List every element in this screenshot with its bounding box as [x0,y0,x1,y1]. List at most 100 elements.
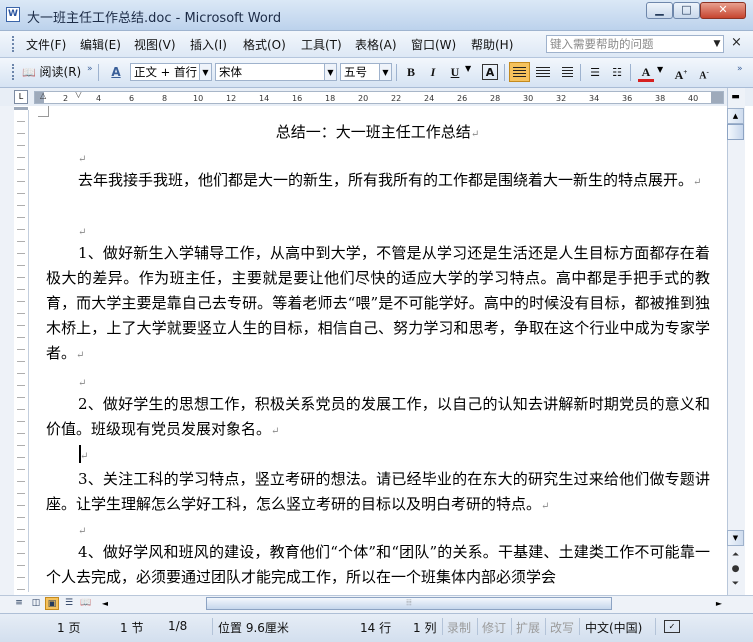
toolbar-grip[interactable] [12,64,17,80]
left-margin-strip [0,106,14,596]
toolbar-overflow-icon[interactable]: » [737,64,743,74]
vertical-ruler[interactable] [14,110,29,592]
paragraph-item-2[interactable]: 2、做好学生的思想工作，积极关系党员的发展工作，以自己的认知去讲解新时期党员的意… [46,392,710,444]
ruler-tick: 32 [556,94,567,103]
help-dropdown-icon[interactable]: ▼ [710,35,724,53]
ruler-tick: 34 [589,94,600,103]
align-right-button[interactable] [557,63,575,81]
word-app-icon[interactable]: W [6,7,20,22]
font-select[interactable]: 宋体 [215,63,325,81]
previous-page-icon[interactable]: ⏶ [727,548,744,562]
left-indent-marker-icon[interactable]: △ [40,92,46,100]
document-page[interactable]: 总结一：大一班主任工作总结↵ ↵ 去年我接手我班，他们都是大一的新生，所有我所有… [29,106,726,595]
font-dropdown-icon[interactable]: ▼ [324,63,337,81]
split-box-icon[interactable]: ▬ [727,90,744,104]
tab-selector[interactable]: L [14,90,28,104]
bullet-list-icon[interactable]: ☷ [608,63,626,82]
select-browse-object-icon[interactable]: ● [727,562,744,576]
font-size-dropdown-icon[interactable]: ▼ [379,63,392,81]
menu-window[interactable]: 窗口(W) [411,36,456,53]
font-color-swatch [638,79,654,82]
paragraph-intro[interactable]: 去年我接手我班，他们都是大一的新生，所有我所有的工作都是围绕着大一新生的特点展开… [46,168,710,195]
underline-button[interactable]: U [446,63,464,82]
document-close-button[interactable]: × [731,35,742,50]
horizontal-ruler[interactable]: △ ▽ 2 4 6 8 10 12 14 16 18 20 22 24 26 2… [34,91,724,104]
status-language[interactable]: 中文(中国) [585,619,642,636]
ruler-tick: 30 [523,94,534,103]
close-button[interactable]: ✕ [700,2,746,19]
status-bar: 1 页 1 节 1/8 位置 9.6厘米 14 行 1 列 录制 修订 扩展 改… [0,613,753,642]
ruler-tick: 24 [424,94,435,103]
paragraph-item-4[interactable]: 4、做好学风和班风的建设，教育他们“个体”和“团队”的关系。干基建、土建类工作不… [46,540,710,590]
menu-edit[interactable]: 编辑(E) [80,36,121,53]
toolbar-options-icon[interactable]: » [87,64,93,74]
menu-file[interactable]: 文件(F) [26,36,66,53]
vertical-scroll-thumb[interactable] [727,124,744,140]
text-boundary-corner [38,106,49,117]
menu-view[interactable]: 视图(V) [134,36,176,53]
align-center-icon [536,67,550,78]
shrink-font-button[interactable]: A- [695,63,713,82]
style-select[interactable]: 正文 + 首行 [130,63,200,81]
status-record-macro[interactable]: 录制 [447,619,471,636]
status-extend-selection[interactable]: 扩展 [516,619,540,636]
character-border-button[interactable]: A [482,64,498,80]
menu-help[interactable]: 帮助(H) [471,36,513,53]
web-view-icon[interactable]: ◫ [29,597,43,610]
menu-tools[interactable]: 工具(T) [301,36,342,53]
read-mode-button[interactable]: 📖 阅读(R) [22,63,81,82]
scroll-right-icon[interactable]: ► [712,597,726,610]
ruler-tick: 12 [226,94,237,103]
ruler-tick: 28 [490,94,501,103]
empty-paragraph[interactable]: ↵ [46,442,710,469]
minimize-button[interactable]: ▁ [646,2,673,19]
document-title[interactable]: 总结一：大一班主任工作总结↵ [29,120,726,147]
toolbar-separator [580,64,581,81]
toolbar-separator [98,64,99,81]
italic-button[interactable]: I [424,63,442,82]
text-cursor [79,445,81,463]
numbered-list-icon[interactable]: ☰ [586,63,604,82]
status-overtype[interactable]: 改写 [550,619,574,636]
menu-insert[interactable]: 插入(I) [190,36,227,53]
ruler-tick: 14 [259,94,270,103]
status-separator [655,618,656,635]
status-column: 1 列 [413,621,437,635]
align-center-button[interactable] [534,63,552,81]
scroll-down-icon[interactable]: ▼ [727,530,744,546]
ruler-tick: 4 [96,94,102,103]
first-line-indent-marker-icon[interactable]: ▽ [75,92,82,100]
help-search-input[interactable]: 键入需要帮助的问题 [546,35,724,53]
styles-formatting-icon[interactable]: A [103,63,129,82]
horizontal-scroll-thumb[interactable]: ⦙⦙⦙ [206,597,612,610]
scroll-up-icon[interactable]: ▲ [727,108,744,124]
align-justify-button[interactable] [509,62,530,82]
outline-view-icon[interactable]: ☰ [62,597,76,610]
paragraph-item-1[interactable]: 1、做好新生入学辅导工作，从高中到大学，不管是从学习还是生活还是人生目标方面都存… [46,241,710,368]
vertical-ruler-ticks [17,110,25,592]
print-layout-view-icon[interactable]: ▣ [45,597,59,610]
font-color-dropdown-icon[interactable]: ▼ [657,65,663,74]
spelling-check-icon[interactable]: ✓ [664,620,680,633]
font-size-select[interactable]: 五号 [340,63,380,81]
paragraph-item-3[interactable]: 3、关注工科的学习特点，竖立考研的想法。请已经毕业的在东大的研究生过来给他们做专… [46,467,710,519]
normal-view-icon[interactable]: ≡ [12,597,26,610]
style-dropdown-icon[interactable]: ▼ [199,63,212,81]
bold-button[interactable]: B [402,63,420,82]
ruler-right-margin [711,92,723,103]
grow-font-button[interactable]: A+ [672,63,690,82]
toolbar-separator [630,64,631,81]
maximize-button[interactable]: □ [673,2,700,19]
scroll-left-icon[interactable]: ◄ [98,597,112,610]
menu-format[interactable]: 格式(O) [243,36,286,53]
menu-grip[interactable] [12,36,17,52]
formatting-toolbar: 📖 阅读(R) » A 正文 + 首行 ▼ 宋体 ▼ 五号 ▼ B I U ▼ … [0,58,753,88]
reading-view-icon[interactable]: 📖 [79,597,93,610]
title-bar: W 大一班主任工作总结.doc - Microsoft Word ▁ □ ✕ [0,0,753,31]
status-section: 1 节 [120,621,144,635]
menu-table[interactable]: 表格(A) [355,36,397,53]
vertical-scrollbar[interactable] [727,88,745,596]
status-track-changes[interactable]: 修订 [482,619,506,636]
underline-dropdown-icon[interactable]: ▼ [465,64,471,73]
next-page-icon[interactable]: ⏷ [727,577,744,591]
